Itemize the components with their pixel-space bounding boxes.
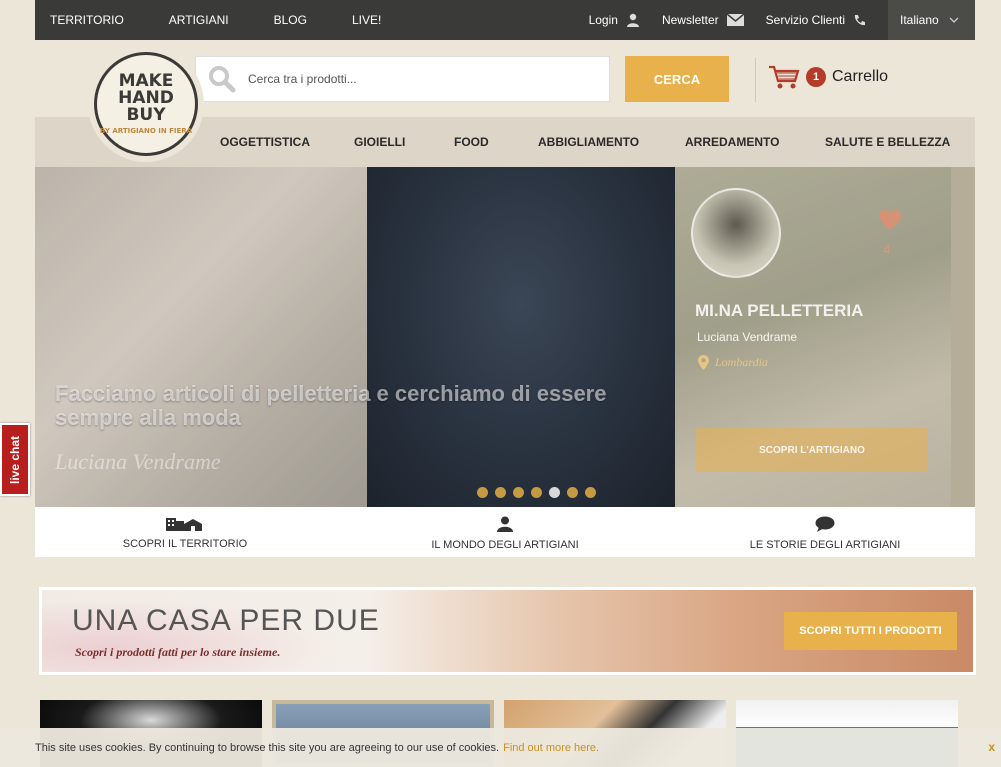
- top-link-live[interactable]: LIVE!: [352, 13, 381, 27]
- chevron-down-icon: [949, 17, 959, 23]
- town-icon: [166, 518, 202, 531]
- nav-item-salute-e-bellezza[interactable]: SALUTE E BELLEZZA: [825, 135, 950, 149]
- login-link[interactable]: Login: [589, 13, 640, 27]
- promo-banner[interactable]: UNA CASA PER DUE Scopri i prodotti fatti…: [39, 587, 976, 675]
- header-divider: [755, 58, 756, 102]
- person-icon: [497, 516, 513, 532]
- top-link-blog[interactable]: BLOG: [274, 13, 307, 27]
- top-actions: Login Newsletter Servizio Clienti Italia…: [589, 0, 975, 40]
- slider-dots: [477, 487, 603, 498]
- nav-item-food[interactable]: FOOD: [454, 135, 489, 149]
- banner-title: UNA CASA PER DUE: [72, 604, 380, 637]
- feature-artigiani-label: IL MONDO DEGLI ARTIGIANI: [431, 539, 579, 551]
- cookie-bar: This site uses cookies. By continuing to…: [0, 728, 1001, 767]
- artisan-owner: Luciana Vendrame: [697, 330, 798, 344]
- slider-dot-active[interactable]: [549, 487, 560, 498]
- language-select[interactable]: Italiano: [888, 0, 975, 40]
- feature-artigiani[interactable]: IL MONDO DEGLI ARTIGIANI: [355, 507, 655, 557]
- user-icon: [626, 13, 639, 27]
- phone-icon: [854, 14, 865, 25]
- slider-dot[interactable]: [567, 487, 578, 498]
- artisan-region: Lombardia: [698, 355, 768, 370]
- login-label: Login: [588, 13, 618, 27]
- live-chat-label: live chat: [8, 435, 22, 484]
- live-chat-tab[interactable]: live chat: [0, 423, 30, 496]
- top-links: TERRITORIO ARTIGIANI BLOG LIVE!: [50, 0, 426, 40]
- nav-item-abbigliamento[interactable]: ABBIGLIAMENTO: [538, 135, 639, 149]
- site-logo[interactable]: MAKE HAND BUY BY ARTIGIANO IN FIERA: [88, 46, 204, 162]
- cart-link[interactable]: 1 Carrello: [768, 64, 888, 90]
- envelope-icon: [726, 14, 744, 26]
- top-bar: TERRITORIO ARTIGIANI BLOG LIVE! Login Ne…: [35, 0, 975, 40]
- banner-all-products-button[interactable]: SCOPRI TUTTI I PRODOTTI: [784, 612, 957, 650]
- heart-icon[interactable]: [878, 209, 902, 231]
- feature-storie[interactable]: LE STORIE DEGLI ARTIGIANI: [675, 507, 975, 557]
- location-pin-icon: [698, 355, 709, 370]
- logo-subtitle: BY ARTIGIANO IN FIERA: [99, 126, 193, 135]
- logo-line-3: BUY: [126, 104, 166, 125]
- cookie-close-button[interactable]: x: [988, 740, 995, 754]
- search-input[interactable]: [248, 72, 578, 86]
- search-button[interactable]: CERCA: [625, 56, 729, 102]
- nav-item-arredamento[interactable]: ARREDAMENTO: [685, 135, 779, 149]
- discover-artisan-button[interactable]: SCOPRI L'ARTIGIANO: [696, 428, 928, 472]
- logo-line-1: MAKE: [118, 70, 174, 91]
- cart-label: Carrello: [832, 68, 889, 85]
- cart-icon: [769, 65, 800, 89]
- likes-count: 4: [883, 241, 891, 257]
- artisan-avatar[interactable]: [691, 188, 781, 278]
- nav-item-oggettistica[interactable]: OGGETTISTICA: [220, 135, 310, 149]
- search-box: [195, 56, 610, 102]
- feature-storie-label: LE STORIE DEGLI ARTIGIANI: [749, 539, 901, 551]
- chat-bubble-icon: [815, 516, 835, 532]
- hero-product-image: [367, 167, 675, 507]
- slider-dot[interactable]: [495, 487, 506, 498]
- cookie-text: This site uses cookies. By continuing to…: [35, 741, 500, 754]
- nav-item-gioielli[interactable]: GIOIELLI: [354, 135, 405, 149]
- search-icon: [209, 66, 236, 93]
- logo-badge: MAKE HAND BUY BY ARTIGIANO IN FIERA: [94, 52, 198, 156]
- logo-line-2: HAND: [118, 87, 174, 108]
- hero-right-strip: [951, 167, 975, 507]
- customer-service-link[interactable]: Servizio Clienti: [766, 13, 866, 27]
- features-bar: SCOPRI IL TERRITORIO IL MONDO DEGLI ARTI…: [35, 507, 975, 557]
- cookie-more-link[interactable]: Find out more here.: [503, 742, 599, 754]
- slider-dot[interactable]: [585, 487, 596, 498]
- customer-service-label: Servizio Clienti: [765, 13, 845, 27]
- artisan-region-label: Lombardia: [715, 355, 768, 369]
- feature-territorio-label: SCOPRI IL TERRITORIO: [122, 538, 248, 550]
- slider-dot[interactable]: [513, 487, 524, 498]
- slider-dot[interactable]: [531, 487, 542, 498]
- hero-quote-author: Luciana Vendrame: [55, 449, 221, 474]
- banner-subtitle: Scopri i prodotti fatti per lo stare ins…: [75, 645, 281, 659]
- cart-count-badge: 1: [806, 67, 826, 87]
- artisan-shop-name[interactable]: MI.NA PELLETTERIA: [695, 301, 863, 321]
- newsletter-link[interactable]: Newsletter: [662, 13, 744, 27]
- slider-dot[interactable]: [477, 487, 488, 498]
- top-link-artigiani[interactable]: ARTIGIANI: [169, 13, 229, 27]
- hero-slider[interactable]: Facciamo articoli di pelletteria e cerch…: [35, 167, 975, 507]
- top-link-territorio[interactable]: TERRITORIO: [50, 13, 124, 27]
- newsletter-label: Newsletter: [661, 13, 719, 27]
- hero-quote: Facciamo articoli di pelletteria e cerch…: [55, 381, 607, 430]
- language-label: Italiano: [900, 13, 939, 27]
- feature-territorio[interactable]: SCOPRI IL TERRITORIO: [35, 507, 335, 557]
